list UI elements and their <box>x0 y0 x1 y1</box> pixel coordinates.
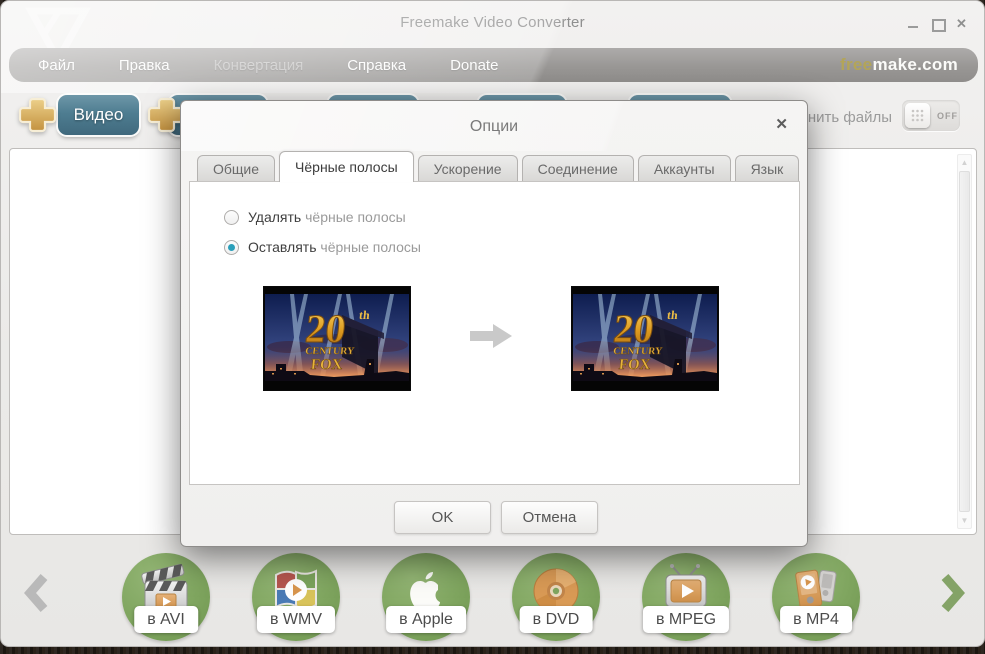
grid-dots-icon <box>911 109 924 122</box>
tab-panel: Удалять чёрные полосы Оставлять чёрные п… <box>189 181 800 485</box>
tab-accounts[interactable]: Аккаунты <box>638 155 731 181</box>
add-video-plus-icon[interactable] <box>18 96 57 134</box>
tab-connection[interactable]: Соединение <box>522 155 634 181</box>
svg-text:th: th <box>666 308 678 322</box>
dialog-tabs: Общие Чёрные полосы Ускорение Соединение… <box>197 151 803 181</box>
add-video-button[interactable]: Видео <box>58 95 139 135</box>
desktop: Freemake Video Converter ✕ Файл Правка К… <box>0 0 985 654</box>
scroll-down-icon[interactable]: ▼ <box>958 516 971 525</box>
radio-circle[interactable] <box>224 210 239 225</box>
scroll-up-icon[interactable]: ▲ <box>958 158 971 167</box>
format-label: в MP4 <box>780 606 852 633</box>
letterbox-after-image: 20 th CENTURY FOX <box>572 287 718 390</box>
radio-remove-black-bars[interactable]: Удалять чёрные полосы <box>224 209 406 225</box>
radio-label: Удалять чёрные полосы <box>248 209 406 225</box>
format-label: в DVD <box>520 606 593 633</box>
menu-convert: Конвертация <box>214 57 304 74</box>
format-label: в Apple <box>386 606 466 633</box>
format-label: в AVI <box>134 606 198 633</box>
logo-make-part: make.com <box>872 55 958 74</box>
menu-bar: Файл Правка Конвертация Справка Donate f… <box>9 48 978 82</box>
ok-button[interactable]: OK <box>394 501 491 534</box>
svg-text:CENTURY: CENTURY <box>613 346 664 357</box>
convert-to-wmv[interactable]: в WMV <box>252 553 340 645</box>
radio-label-rest: чёрные полосы <box>305 209 406 225</box>
convert-to-dvd[interactable]: в DVD <box>512 553 600 645</box>
scrollbar[interactable]: ▲ ▼ <box>957 154 972 529</box>
radio-circle-selected[interactable] <box>224 240 239 255</box>
svg-text:FOX: FOX <box>618 357 651 373</box>
toggle-state-label: OFF <box>937 111 958 121</box>
radio-label: Оставлять чёрные полосы <box>248 239 421 255</box>
dialog-title: Опции <box>181 118 807 136</box>
menu-help[interactable]: Справка <box>347 57 406 74</box>
freemake-logo[interactable]: freemake.com <box>840 55 958 75</box>
minimize-icon[interactable] <box>907 17 920 30</box>
format-label: в WMV <box>257 606 335 633</box>
tab-general[interactable]: Общие <box>197 155 275 181</box>
carousel-right-icon[interactable] <box>938 573 966 613</box>
transform-arrow-icon <box>470 322 512 350</box>
radio-label-strong: Удалять <box>248 209 301 225</box>
svg-text:20: 20 <box>611 306 656 351</box>
format-carousel: в AVI в WMV <box>1 535 985 647</box>
options-dialog: Опции ✕ Общие Чёрные полосы Ускорение Со… <box>180 100 808 547</box>
convert-to-avi[interactable]: в AVI <box>122 553 210 645</box>
convert-to-mp4[interactable]: в MP4 <box>772 553 860 645</box>
title-bar: Freemake Video Converter ✕ <box>1 1 984 47</box>
tab-language[interactable]: Язык <box>735 155 800 181</box>
radio-keep-black-bars[interactable]: Оставлять чёрные полосы <box>224 239 421 255</box>
toggle-knob <box>905 103 930 128</box>
radio-label-rest: чёрные полосы <box>320 239 421 255</box>
svg-text:20: 20 <box>303 306 348 351</box>
format-label: в MPEG <box>643 606 729 633</box>
window-title: Freemake Video Converter <box>1 14 984 31</box>
menu-file[interactable]: Файл <box>38 57 75 74</box>
menu-edit[interactable]: Правка <box>119 57 170 74</box>
carousel-left-icon[interactable] <box>23 573 51 613</box>
scrollbar-thumb[interactable] <box>959 171 970 512</box>
svg-text:th: th <box>358 308 370 322</box>
maximize-icon[interactable] <box>931 17 944 30</box>
svg-text:CENTURY: CENTURY <box>305 346 356 357</box>
tab-black-bars[interactable]: Чёрные полосы <box>279 151 414 182</box>
join-files-toggle[interactable]: OFF <box>902 100 960 131</box>
window-controls: ✕ <box>907 17 968 30</box>
menu-donate[interactable]: Donate <box>450 57 498 74</box>
letterbox-before-image: 20 th CENTURY FOX <box>264 287 410 390</box>
svg-text:FOX: FOX <box>310 357 343 373</box>
cancel-button[interactable]: Отмена <box>501 501 598 534</box>
close-icon[interactable]: ✕ <box>955 17 968 30</box>
convert-to-mpeg[interactable]: в MPEG <box>642 553 730 645</box>
dialog-close-icon[interactable]: ✕ <box>775 117 788 132</box>
convert-to-apple[interactable]: в Apple <box>382 553 470 645</box>
radio-label-strong: Оставлять <box>248 239 317 255</box>
logo-free-part: free <box>840 55 872 74</box>
tab-acceleration[interactable]: Ускорение <box>418 155 518 181</box>
